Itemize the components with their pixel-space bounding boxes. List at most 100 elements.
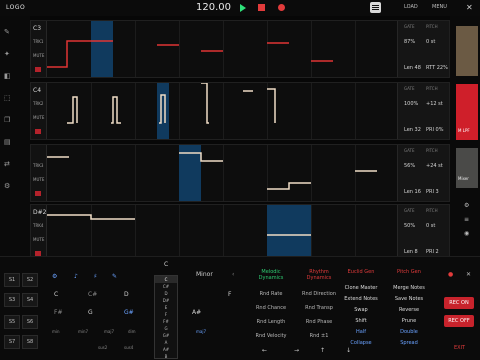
scale-note[interactable]: B xyxy=(155,353,177,360)
rec-off-button[interactable]: REC OFF xyxy=(444,315,474,327)
eye-icon[interactable]: ◉ xyxy=(464,230,469,237)
tempo-display[interactable]: 120.00 xyxy=(196,2,231,13)
swap-button[interactable]: Swap xyxy=(342,307,380,313)
chord-min7[interactable]: min7 xyxy=(78,329,88,334)
trash-icon[interactable]: ✕ xyxy=(466,271,471,278)
param-4-value[interactable]: RTT 22% xyxy=(426,65,448,71)
sliders-icon[interactable]: ≡ xyxy=(464,216,469,223)
pad-s5[interactable]: S5 xyxy=(4,315,20,329)
key-f-sharp[interactable]: F# xyxy=(54,309,62,316)
rhythm-dynamics-tab[interactable]: Rhythm Dynamics xyxy=(298,269,340,281)
record-icon[interactable] xyxy=(278,4,285,11)
mixer-slider[interactable]: Mixer xyxy=(456,148,478,188)
pad-s4[interactable]: S4 xyxy=(22,293,38,307)
param-1-value[interactable]: 50% xyxy=(404,223,415,229)
scale-note[interactable]: F# xyxy=(155,318,177,325)
play-icon[interactable] xyxy=(240,4,246,12)
exit-label[interactable]: EXIT xyxy=(454,345,465,351)
scale-note[interactable]: A# xyxy=(155,346,177,353)
copy-icon[interactable]: ❐ xyxy=(4,116,10,124)
arrow-up-icon[interactable]: ↑ xyxy=(320,347,325,354)
param-2-value[interactable]: +24 st xyxy=(426,163,443,169)
merge-notes-button[interactable]: Merge Notes xyxy=(390,285,428,291)
arrow-left-icon[interactable]: ← xyxy=(262,347,267,354)
rnd-transp-button[interactable]: Rnd Transp xyxy=(298,305,340,311)
reverse-button[interactable]: Reverse xyxy=(390,307,428,313)
scale-note[interactable]: G xyxy=(155,325,177,332)
scale-mode[interactable]: Minor xyxy=(196,271,213,278)
chord-min[interactable]: min xyxy=(52,329,60,334)
melodic-dynamics-tab[interactable]: Melodic Dynamics xyxy=(250,269,292,281)
rnd-direction-button[interactable]: Rnd Direction xyxy=(298,291,340,297)
param-4-value[interactable]: PRI 3 xyxy=(426,189,439,195)
key-d[interactable]: D xyxy=(124,291,129,298)
rnd-length-button[interactable]: Rnd Length xyxy=(250,319,292,325)
arrow-right-icon[interactable]: → xyxy=(294,347,299,354)
scale-note-list[interactable]: C C# D D# E F F# G G# A A# B xyxy=(154,275,178,359)
chord-sus4[interactable]: sus4 xyxy=(124,345,133,350)
mute-button[interactable] xyxy=(35,129,41,134)
scale-note[interactable]: G# xyxy=(155,332,177,339)
pad-s1[interactable]: S1 xyxy=(4,273,20,287)
euclid-gen-tab[interactable]: Euclid Gen xyxy=(342,269,380,275)
param-3-value[interactable]: Len 8 xyxy=(404,249,418,255)
param-4-value[interactable]: PRI 2 xyxy=(426,249,439,255)
shuffle-icon[interactable]: ⇄ xyxy=(4,160,10,168)
pad-s6[interactable]: S6 xyxy=(22,315,38,329)
scale-bottom-label[interactable]: maj7 xyxy=(196,329,206,334)
extend-notes-button[interactable]: Extend Notes xyxy=(342,296,380,302)
scale-icon[interactable]: ♯ xyxy=(94,273,97,280)
settings-icon[interactable]: ⚙ xyxy=(4,182,10,190)
param-3-value[interactable]: Len 48 xyxy=(404,65,421,71)
pencil-icon[interactable]: ✎ xyxy=(4,28,10,36)
pin-icon[interactable]: ♪ xyxy=(74,273,78,280)
lpf-slider[interactable]: M LPF xyxy=(456,84,478,140)
pitch-gen-tab[interactable]: Pitch Gen xyxy=(390,269,428,275)
param-1-value[interactable]: 56% xyxy=(404,163,415,169)
mute-button[interactable] xyxy=(35,67,41,72)
select-icon[interactable]: ⬚ xyxy=(4,94,11,102)
arrow-down-icon[interactable]: ↓ xyxy=(346,347,351,354)
eraser-icon[interactable]: ◧ xyxy=(4,72,11,80)
close-icon[interactable]: ✕ xyxy=(466,3,473,12)
scale-note[interactable]: C# xyxy=(155,283,177,290)
chord-sus2[interactable]: sus2 xyxy=(98,345,107,350)
chevron-left-icon[interactable]: ‹ xyxy=(232,271,234,278)
scale-note[interactable]: F xyxy=(155,311,177,318)
scale-note[interactable]: A xyxy=(155,339,177,346)
paste-icon[interactable]: ▤ xyxy=(4,138,11,146)
gear-icon[interactable]: ⚙ xyxy=(464,202,469,209)
spread-button[interactable]: Spread xyxy=(390,340,428,346)
tool-icon[interactable]: ✦ xyxy=(4,50,10,58)
edit-icon[interactable]: ✎ xyxy=(112,273,117,280)
half-button[interactable]: Half xyxy=(342,329,380,335)
chord-maj7[interactable]: maj7 xyxy=(104,329,114,334)
param-2-value[interactable]: +12 st xyxy=(426,101,443,107)
collapse-button[interactable]: Collapse xyxy=(342,340,380,346)
chord-dim[interactable]: dim xyxy=(128,329,136,334)
pad-s7[interactable]: S7 xyxy=(4,335,20,349)
param-1-value[interactable]: 87% xyxy=(404,39,415,45)
pad-s2[interactable]: S2 xyxy=(22,273,38,287)
key-g-sharp[interactable]: G# xyxy=(124,309,134,316)
double-button[interactable]: Double xyxy=(390,329,428,335)
scale-note[interactable]: D# xyxy=(155,297,177,304)
rnd-chance-button[interactable]: Rnd Chance xyxy=(250,305,292,311)
scale-root[interactable]: C xyxy=(164,261,168,268)
param-4-value[interactable]: PRI 0% xyxy=(426,127,444,133)
clone-master-button[interactable]: Clone Master xyxy=(342,285,380,291)
param-2-value[interactable]: 0 st xyxy=(426,39,435,45)
pad-s3[interactable]: S3 xyxy=(4,293,20,307)
param-3-value[interactable]: Len 16 xyxy=(404,189,421,195)
scale-extra-right[interactable]: F xyxy=(228,291,231,298)
save-notes-button[interactable]: Save Notes xyxy=(390,296,428,302)
scale-note[interactable]: C xyxy=(155,276,177,283)
rnd-phase-button[interactable]: Rnd Phase xyxy=(298,319,340,325)
hamburger-icon[interactable] xyxy=(370,2,381,13)
stop-icon[interactable] xyxy=(258,4,265,11)
key-c-sharp[interactable]: C# xyxy=(88,291,97,298)
param-2-value[interactable]: 0 st xyxy=(426,223,435,229)
menu-tab[interactable]: MENU xyxy=(432,4,447,10)
rec-on-button[interactable]: REC ON xyxy=(444,297,474,309)
record-toggle-icon[interactable]: ● xyxy=(448,271,453,278)
